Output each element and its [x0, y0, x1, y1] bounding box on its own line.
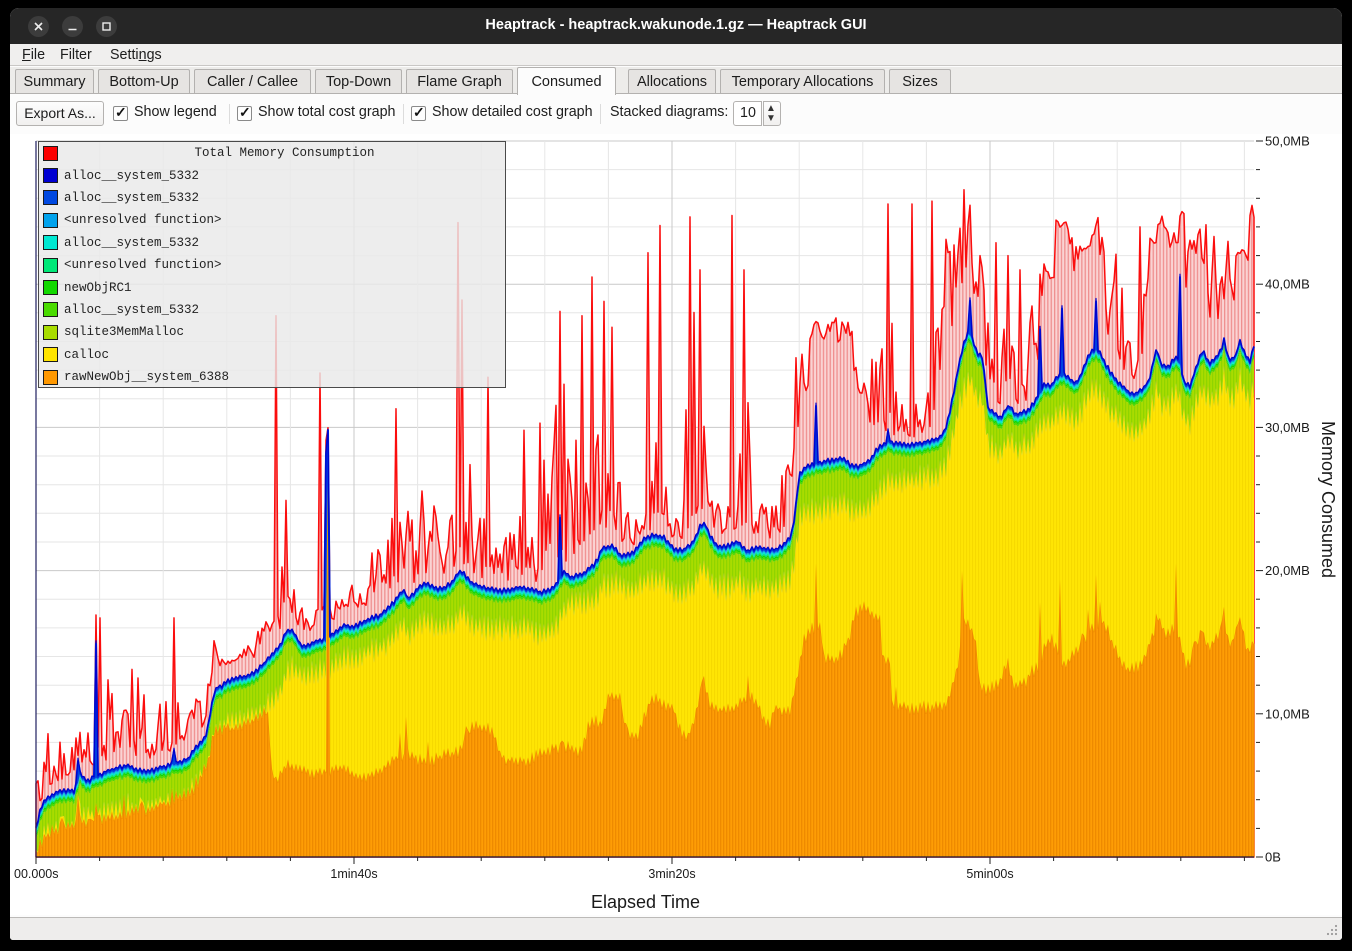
- svg-text:0B: 0B: [1265, 850, 1281, 865]
- svg-text:30,0MB: 30,0MB: [1265, 420, 1310, 435]
- svg-text:20,0MB: 20,0MB: [1265, 563, 1310, 578]
- svg-text:50,0MB: 50,0MB: [1265, 134, 1310, 149]
- svg-text:00.000s: 00.000s: [14, 867, 58, 881]
- svg-text:10,0MB: 10,0MB: [1265, 706, 1310, 721]
- svg-text:3min20s: 3min20s: [648, 867, 695, 881]
- svg-text:5min00s: 5min00s: [966, 867, 1013, 881]
- svg-text:40,0MB: 40,0MB: [1265, 277, 1310, 292]
- svg-text:1min40s: 1min40s: [330, 867, 377, 881]
